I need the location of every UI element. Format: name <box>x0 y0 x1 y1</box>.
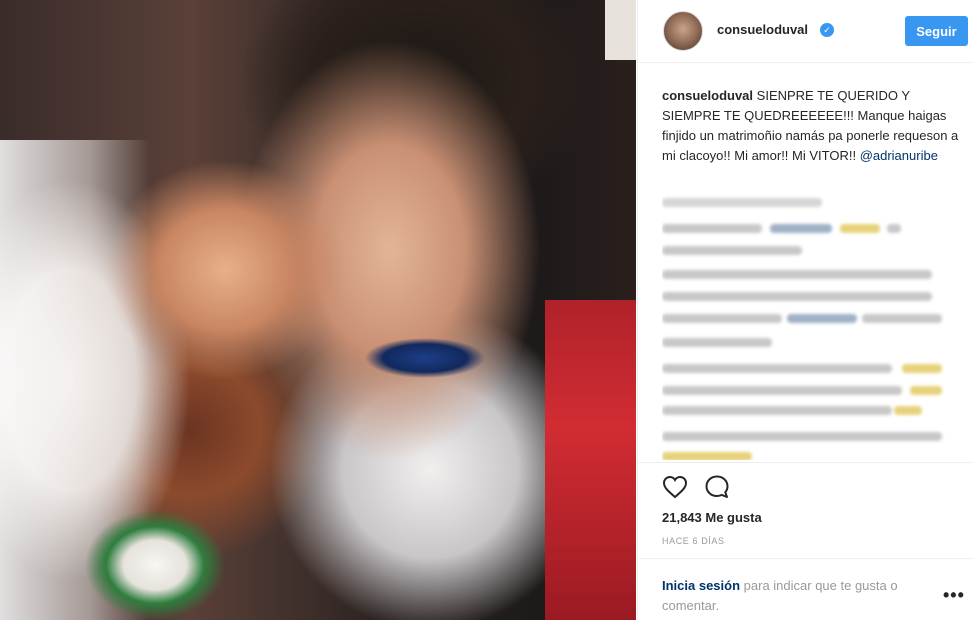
photo-background-edge <box>605 0 636 60</box>
photo-bouquet <box>85 505 235 620</box>
comments-list-blurred <box>662 190 962 460</box>
verified-badge-icon: ✓ <box>820 23 834 37</box>
more-options-icon[interactable]: ••• <box>943 585 965 606</box>
comment-icon[interactable] <box>702 472 732 502</box>
likes-count[interactable]: 21,843 Me gusta <box>662 510 762 525</box>
username-link[interactable]: consueloduval <box>717 22 808 37</box>
post-actions <box>638 462 973 511</box>
caption-mention-link[interactable]: @adrianuribe <box>860 148 938 163</box>
login-prompt: Inicia sesión para indicar que te gusta … <box>638 558 973 621</box>
avatar[interactable] <box>663 11 703 51</box>
follow-button[interactable]: Seguir <box>905 16 968 46</box>
post-timestamp[interactable]: HACE 6 DÍAS <box>662 536 725 546</box>
post-caption: consueloduval SIENPRE TE QUERIDO Y SIEMP… <box>662 86 962 166</box>
post-sidebar: consueloduval ✓ Seguir consueloduval SIE… <box>637 0 973 620</box>
photo-bowtie <box>365 338 485 378</box>
photo-red-area <box>545 300 636 620</box>
login-link[interactable]: Inicia sesión <box>662 578 740 593</box>
heart-icon[interactable] <box>660 472 690 502</box>
post-header: consueloduval ✓ Seguir <box>638 0 973 63</box>
login-prompt-text: Inicia sesión para indicar que te gusta … <box>662 576 932 616</box>
post-photo[interactable] <box>0 0 636 620</box>
caption-username-link[interactable]: consueloduval <box>662 88 753 103</box>
